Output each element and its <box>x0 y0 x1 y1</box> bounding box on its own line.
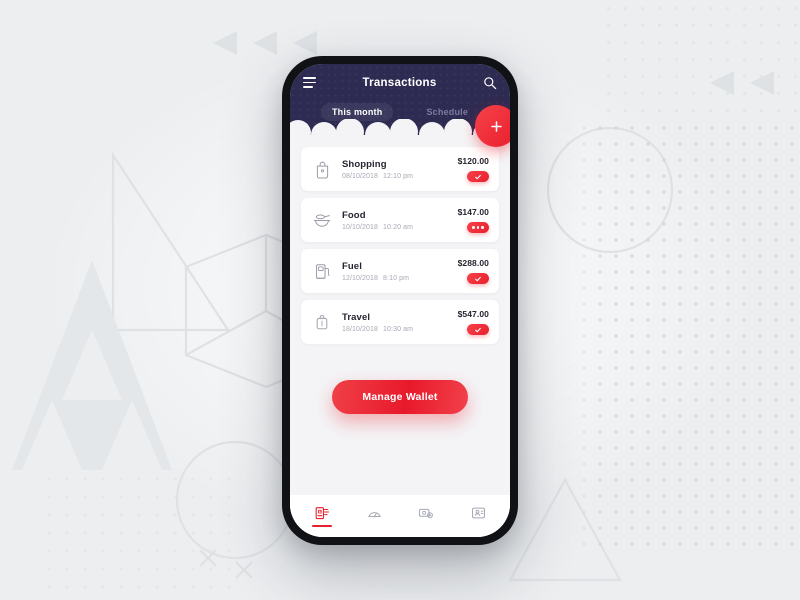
transaction-title: Shopping <box>342 158 387 170</box>
food-bowl-icon <box>311 207 333 233</box>
transaction-time: 10:20 am <box>383 223 414 231</box>
status-badge[interactable] <box>467 273 489 284</box>
decor-dot-grid-bottomleft <box>40 470 240 600</box>
nav-item-wallet[interactable] <box>400 495 452 533</box>
transaction-amount: $547.00 <box>457 309 489 319</box>
transaction-title: Food <box>342 209 366 221</box>
table-row[interactable]: Travel 18/10/2018 10:30 am $547.00 <box>301 300 499 344</box>
tab-this-month[interactable]: This month <box>320 103 394 121</box>
transaction-date: 10/10/2018 <box>342 223 379 231</box>
transaction-amount: $147.00 <box>457 207 489 217</box>
check-icon <box>475 276 481 281</box>
nav-item-contacts[interactable] <box>452 495 504 533</box>
contact-card-icon <box>471 507 485 519</box>
transaction-datetime: 18/10/2018 10:30 am <box>342 326 458 333</box>
phone-frame: Transactions This month Schedule Shoppin… <box>282 56 518 545</box>
transaction-meta: $288.00 <box>458 258 489 284</box>
transaction-date: 08/10/2018 <box>342 172 379 180</box>
table-row[interactable]: Food 10/10/2018 10:20 am $147.00 <box>301 198 499 242</box>
shopping-bag-icon <box>311 156 333 182</box>
transaction-time: 12:10 pm <box>383 172 414 180</box>
bottom-navigation: $ <box>290 495 510 537</box>
transaction-meta: $147.00 <box>458 207 489 233</box>
transaction-datetime: 08/10/2018 12:10 pm <box>342 173 458 180</box>
search-icon[interactable] <box>483 76 497 90</box>
transaction-date: 12/10/2018 <box>342 274 379 282</box>
transaction-info: Fuel 12/10/2018 8:10 pm <box>342 261 458 282</box>
more-dots-icon <box>472 226 484 229</box>
nav-active-indicator <box>364 525 384 527</box>
suitcase-icon <box>311 309 333 335</box>
status-badge[interactable] <box>467 171 489 182</box>
transaction-time: 10:30 am <box>383 325 414 333</box>
header-bar: Transactions <box>290 64 510 101</box>
svg-text:$: $ <box>319 510 321 514</box>
bill-receipt-icon: $ <box>315 506 330 519</box>
transaction-datetime: 12/10/2018 8:10 pm <box>342 275 458 282</box>
transaction-title: Travel <box>342 311 371 323</box>
nav-active-indicator <box>468 524 488 526</box>
nav-active-indicator <box>416 524 436 526</box>
page-title: Transactions <box>362 76 437 89</box>
status-badge[interactable] <box>467 222 489 233</box>
backdrop: Transactions This month Schedule Shoppin… <box>0 0 800 600</box>
decor-dot-grid-topright <box>600 0 800 120</box>
app-header: Transactions This month Schedule <box>290 64 510 147</box>
manage-wallet-button[interactable]: Manage Wallet <box>332 380 468 414</box>
transaction-title: Fuel <box>342 260 362 272</box>
transaction-meta: $547.00 <box>458 309 489 335</box>
tab-schedule[interactable]: Schedule <box>415 103 479 121</box>
check-icon <box>475 327 481 332</box>
transaction-datetime: 10/10/2018 10:20 am <box>342 224 458 231</box>
phone-screen: Transactions This month Schedule Shoppin… <box>290 64 510 537</box>
screen-body: Shopping 08/10/2018 12:10 pm $120.00 Foo… <box>290 144 510 537</box>
transaction-meta: $120.00 <box>458 156 489 182</box>
table-row[interactable]: Fuel 12/10/2018 8:10 pm $288.00 <box>301 249 499 293</box>
decor-sierpinski-triangle <box>12 260 172 470</box>
nav-item-dashboard[interactable] <box>348 495 400 533</box>
check-icon <box>475 174 481 179</box>
transaction-info: Travel 18/10/2018 10:30 am <box>342 312 458 333</box>
transaction-list: Shopping 08/10/2018 12:10 pm $120.00 Foo… <box>301 147 499 344</box>
hamburger-menu-icon[interactable] <box>303 77 316 88</box>
status-badge[interactable] <box>467 324 489 335</box>
fuel-pump-icon <box>311 258 333 284</box>
transaction-time: 8:10 pm <box>383 274 410 282</box>
transaction-date: 18/10/2018 <box>342 325 379 333</box>
wallet-icon <box>418 508 433 519</box>
transaction-info: Shopping 08/10/2018 12:10 pm <box>342 159 458 180</box>
transaction-amount: $288.00 <box>457 258 489 268</box>
nav-item-transactions[interactable]: $ <box>296 495 348 533</box>
cta-container: Manage Wallet <box>301 344 499 414</box>
speedometer-icon <box>367 511 381 517</box>
nav-active-indicator <box>312 524 332 527</box>
transaction-amount: $120.00 <box>457 156 489 166</box>
decor-dot-grid-right <box>560 120 800 550</box>
table-row[interactable]: Shopping 08/10/2018 12:10 pm $120.00 <box>301 147 499 191</box>
add-transaction-fab[interactable] <box>475 105 510 147</box>
transaction-info: Food 10/10/2018 10:20 am <box>342 210 458 231</box>
